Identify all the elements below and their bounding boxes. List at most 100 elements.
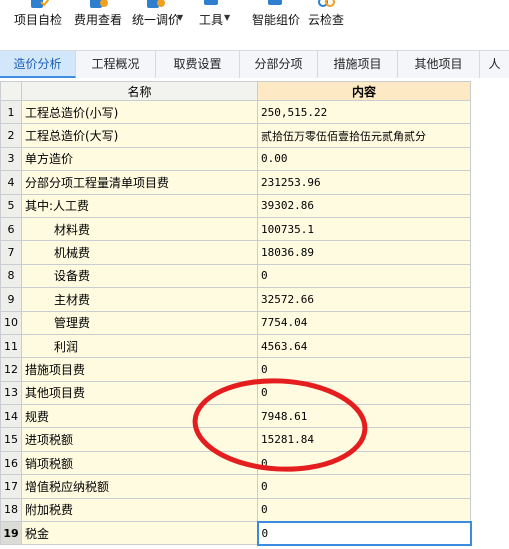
fee-view-button[interactable]: 费用查看	[70, 0, 126, 46]
row-number-cell[interactable]: 4	[0, 170, 22, 195]
table-row[interactable]: 8 设备费 0	[0, 263, 471, 289]
table-row[interactable]: 7 机械费 18036.89	[0, 240, 471, 265]
table-row[interactable]: 18 附加税费 0	[0, 497, 471, 523]
table-row[interactable]: 2 工程总造价(大写) 贰拾伍万零伍佰壹拾伍元贰角贰分	[0, 123, 471, 148]
smart-pricing-button[interactable]: 智能组价	[248, 0, 304, 46]
content-cell[interactable]: 0	[257, 263, 471, 289]
row-number-cell[interactable]: 13	[0, 380, 22, 406]
name-cell[interactable]: 单方造价	[21, 146, 258, 172]
project-self-check-label: 项目自检	[13, 13, 63, 27]
table-row[interactable]: 16 销项税额 0	[0, 450, 471, 476]
name-cell[interactable]: 增值税应纳税额	[21, 474, 258, 499]
row-number-cell[interactable]: 9	[0, 287, 22, 312]
name-cell[interactable]: 工程总造价(小写)	[21, 99, 258, 125]
table-row[interactable]: 10 管理费 7754.04	[0, 310, 471, 335]
chevron-down-icon: ▼	[177, 13, 184, 22]
content-cell[interactable]: 0	[257, 357, 471, 382]
row-number-cell[interactable]: 2	[0, 123, 22, 148]
cost-table: 名称 内容 1 工程总造价(小写) 250,515.22 2 工程总造价(大写) 贰拾伍万…	[0, 81, 472, 546]
name-cell[interactable]: 分部分项工程量清单项目费	[21, 170, 258, 195]
row-number-cell[interactable]: 7	[0, 240, 22, 265]
tab-sub-items[interactable]: 分部分项	[240, 51, 318, 78]
unified-price-adjust-button[interactable]: 统一调价 ▼	[128, 0, 184, 46]
tab-project-overview[interactable]: 工程概况	[76, 51, 156, 78]
cloud-check-button[interactable]: 云检查	[306, 0, 346, 46]
tab-other-items[interactable]: 其他项目	[398, 51, 480, 78]
tools-label: 工具	[198, 13, 224, 27]
name-cell[interactable]: 措施项目费	[21, 357, 258, 382]
table-row[interactable]: 17 增值税应纳税额 0	[0, 474, 471, 499]
content-cell[interactable]: 7948.61	[257, 404, 471, 429]
table-row[interactable]: 3 单方造价 0.00	[0, 146, 471, 172]
name-cell[interactable]: 管理费	[21, 310, 258, 335]
project-self-check-button[interactable]: 项目自检	[10, 0, 66, 46]
fee-view-label: 费用查看	[73, 13, 123, 27]
content-cell[interactable]: 0	[257, 450, 471, 476]
table-row[interactable]: 14 规费 7948.61	[0, 404, 471, 429]
row-number-cell[interactable]: 15	[0, 427, 22, 452]
name-cell[interactable]: 进项税额	[21, 427, 258, 452]
tab-measure-items[interactable]: 措施项目	[318, 51, 398, 78]
content-column-header[interactable]: 内容	[257, 81, 471, 101]
table-row[interactable]: 4 分部分项工程量清单项目费 231253.96	[0, 170, 471, 195]
name-cell[interactable]: 主材费	[21, 287, 258, 312]
row-number-header	[0, 81, 22, 101]
table-row[interactable]: 12 措施项目费 0	[0, 357, 471, 382]
content-cell[interactable]: 贰拾伍万零伍佰壹拾伍元贰角贰分	[257, 123, 471, 148]
name-cell[interactable]: 附加税费	[21, 497, 258, 523]
name-cell[interactable]: 规费	[21, 404, 258, 429]
name-cell[interactable]: 其他项目费	[21, 380, 258, 406]
row-number-cell[interactable]: 16	[0, 450, 22, 476]
content-cell[interactable]: 0	[257, 497, 471, 523]
table-row[interactable]: 9 主材费 32572.66	[0, 287, 471, 312]
table-row[interactable]: 19 税金 0	[0, 520, 472, 546]
name-cell[interactable]: 材料费	[21, 216, 258, 242]
content-cell[interactable]: 7754.04	[257, 310, 471, 335]
name-cell[interactable]: 利润	[21, 333, 258, 359]
tools-button[interactable]: 工具 ▼	[196, 0, 230, 46]
content-cell[interactable]: 0	[256, 520, 472, 546]
tab-more[interactable]: 人	[480, 51, 509, 78]
name-cell[interactable]: 工程总造价(大写)	[21, 123, 258, 148]
cost-analysis-grid: 名称 内容 1 工程总造价(小写) 250,515.22 2 工程总造价(大写) 贰拾伍万…	[0, 81, 472, 546]
name-cell[interactable]: 机械费	[21, 240, 258, 265]
name-cell[interactable]: 其中:人工费	[21, 193, 258, 218]
table-row[interactable]: 13 其他项目费 0	[0, 380, 471, 406]
content-cell[interactable]: 32572.66	[257, 287, 471, 312]
content-cell[interactable]: 39302.86	[257, 193, 471, 218]
row-number-cell[interactable]: 18	[0, 497, 22, 523]
name-column-header[interactable]: 名称	[21, 81, 258, 101]
content-cell[interactable]: 100735.1	[257, 216, 471, 242]
content-cell[interactable]: 0.00	[257, 146, 471, 172]
tab-fee-settings[interactable]: 取费设置	[156, 51, 240, 78]
table-row[interactable]: 6 材料费 100735.1	[0, 216, 471, 242]
table-row[interactable]: 5 其中:人工费 39302.86	[0, 193, 471, 218]
chevron-down-icon: ▼	[224, 13, 231, 22]
row-number-cell[interactable]: 5	[0, 193, 22, 218]
table-row[interactable]: 15 进项税额 15281.84	[0, 427, 471, 452]
row-number-cell[interactable]: 19	[0, 521, 22, 546]
name-cell[interactable]: 设备费	[21, 263, 258, 289]
name-cell[interactable]: 税金	[21, 521, 258, 546]
row-number-cell[interactable]: 8	[0, 263, 22, 289]
tab-cost-analysis[interactable]: 造价分析	[0, 51, 76, 78]
table-row[interactable]: 11 利润 4563.64	[0, 333, 471, 359]
table-row[interactable]: 1 工程总造价(小写) 250,515.22	[0, 99, 471, 125]
row-number-cell[interactable]: 10	[0, 310, 22, 335]
name-cell[interactable]: 销项税额	[21, 450, 258, 476]
row-number-cell[interactable]: 6	[0, 216, 22, 242]
row-number-cell[interactable]: 1	[0, 99, 22, 125]
content-cell[interactable]: 18036.89	[257, 240, 471, 265]
content-cell[interactable]: 231253.96	[257, 170, 471, 195]
content-cell[interactable]: 250,515.22	[257, 99, 471, 125]
row-number-cell[interactable]: 17	[0, 474, 22, 499]
row-number-cell[interactable]: 14	[0, 404, 22, 429]
row-number-cell[interactable]: 11	[0, 333, 22, 359]
content-cell[interactable]: 0	[257, 474, 471, 499]
row-number-cell[interactable]: 3	[0, 146, 22, 172]
content-cell[interactable]: 15281.84	[257, 427, 471, 452]
content-cell[interactable]: 4563.64	[257, 333, 471, 359]
row-number-cell[interactable]: 12	[0, 357, 22, 382]
content-cell[interactable]: 0	[257, 380, 471, 406]
unified-price-adjust-label: 统一调价	[131, 13, 181, 27]
